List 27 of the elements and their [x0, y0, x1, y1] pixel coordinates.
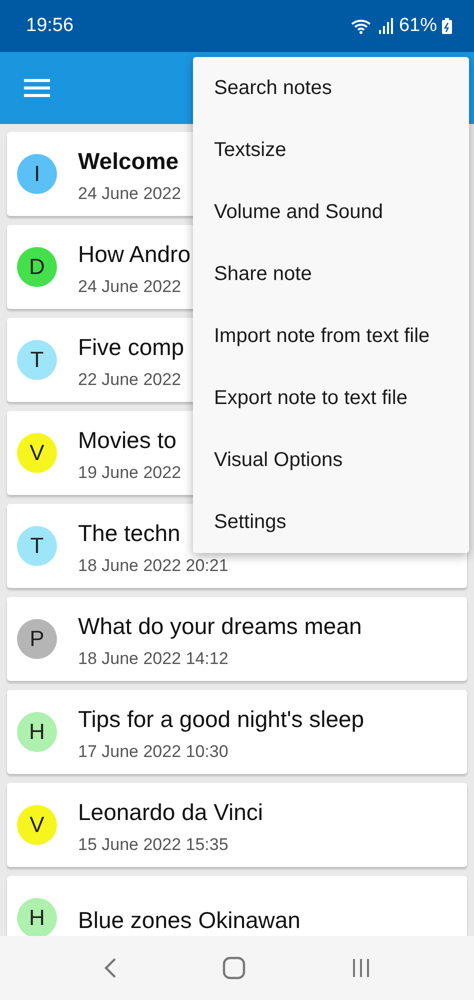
note-title: Tips for a good night's sleep — [78, 706, 364, 733]
status-time: 19:56 — [26, 15, 74, 37]
avatar-circle: V — [17, 805, 57, 845]
battery-level: 61% — [398, 15, 437, 37]
note-title: How Andro — [78, 241, 191, 268]
avatar-circle: V — [17, 433, 57, 473]
note-date: 15 June 2022 15:35 — [78, 835, 230, 855]
avatar-circle: I — [17, 154, 57, 194]
note-title: What do your dreams mean — [78, 613, 362, 640]
note-date: 17 June 2022 10:30 — [78, 742, 230, 762]
avatar-circle: P — [17, 619, 57, 659]
avatar-circle: D — [17, 247, 57, 287]
avatar-circle: H — [17, 898, 57, 936]
note-date: 22 June 2022 — [78, 370, 182, 390]
note-date: 19 June 2022 — [78, 463, 182, 483]
avatar-circle: H — [17, 712, 57, 752]
note-title: Welcome — [78, 148, 180, 175]
note-title: Movies to — [78, 427, 178, 454]
note-date: 24 June 2022 — [78, 277, 182, 297]
note-title: Five comp — [78, 334, 184, 361]
note-date: 18 June 2022 20:21 — [78, 556, 228, 576]
note-title: Blue zones Okinawan — [78, 906, 300, 934]
note-title: Leonardo da Vinci — [78, 799, 263, 826]
note-date: 24 June 2022 — [78, 184, 182, 204]
avatar-circle: T — [17, 340, 57, 380]
note-date: 18 June 2022 14:12 — [78, 649, 230, 669]
avatar-circle: T — [17, 526, 57, 566]
